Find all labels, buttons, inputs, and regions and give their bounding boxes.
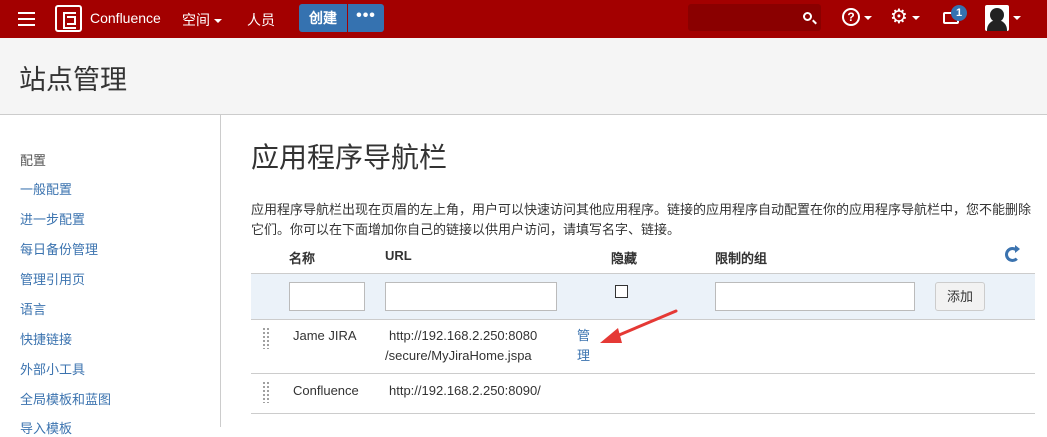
- link-url-line2: /secure/MyJiraHome.jspa: [385, 348, 532, 363]
- people-link[interactable]: 人员: [247, 10, 275, 30]
- column-header-url: URL: [385, 248, 412, 263]
- page-header: 站点管理: [0, 38, 1047, 115]
- create-button[interactable]: 创建: [299, 4, 347, 32]
- sidebar-item-general-config[interactable]: 一般配置: [20, 179, 72, 198]
- brand-name[interactable]: Confluence: [90, 10, 161, 26]
- hidden-checkbox[interactable]: [615, 285, 628, 298]
- groups-input[interactable]: [715, 282, 915, 311]
- sidebar-item-shortcut-links[interactable]: 快捷链接: [20, 329, 72, 348]
- sidebar-item-languages[interactable]: 语言: [20, 299, 46, 318]
- name-input[interactable]: [289, 282, 365, 311]
- sidebar-item-backup[interactable]: 每日备份管理: [20, 239, 98, 258]
- confluence-logo-icon[interactable]: [55, 5, 82, 32]
- url-input[interactable]: [385, 282, 557, 311]
- spaces-menu[interactable]: 空间: [182, 10, 222, 30]
- sidebar-item-further-config[interactable]: 进一步配置: [20, 209, 85, 228]
- sidebar-item-referrers[interactable]: 管理引用页: [20, 269, 85, 288]
- top-navigation-bar: Confluence 空间 人员 创建 ••• ? ⚙ 1: [0, 0, 1047, 38]
- table-row: Confluence http://192.168.2.250:8090/: [251, 374, 1035, 414]
- column-header-hidden: 隐藏: [611, 251, 638, 266]
- gear-icon[interactable]: ⚙: [890, 6, 908, 28]
- search-input[interactable]: [688, 4, 821, 31]
- chevron-down-icon: [864, 16, 872, 20]
- sidebar-item-import-templates[interactable]: 导入模板: [20, 418, 72, 437]
- sidebar-item-external-gadgets[interactable]: 外部小工具: [20, 359, 85, 378]
- user-avatar[interactable]: [985, 5, 1009, 31]
- spaces-label: 空间: [182, 12, 210, 28]
- column-header-groups: 限制的组: [715, 251, 768, 266]
- link-name: Confluence: [293, 383, 359, 398]
- table-row: Jame JIRA http://192.168.2.250:8080 /sec…: [251, 320, 1035, 374]
- manage-link[interactable]: 管: [577, 326, 590, 346]
- sidebar-section-heading: 配置: [20, 153, 47, 168]
- chevron-down-icon: [1013, 16, 1021, 20]
- search-icon: [803, 12, 812, 21]
- drag-handle-icon[interactable]: [262, 381, 270, 403]
- link-url-line1: http://192.168.2.250:8080: [389, 328, 538, 343]
- sidebar: 配置 一般配置 进一步配置 每日备份管理 管理引用页 语言 快捷链接 外部小工具…: [0, 115, 221, 436]
- refresh-icon[interactable]: [1005, 245, 1020, 262]
- add-button[interactable]: 添加: [935, 282, 985, 311]
- help-icon[interactable]: ?: [842, 8, 860, 26]
- manage-link-line2[interactable]: 理: [577, 346, 590, 366]
- column-header-name: 名称: [289, 251, 316, 266]
- section-title: 应用程序导航栏: [251, 142, 448, 173]
- chevron-down-icon: [214, 19, 222, 24]
- link-url-line1: http://192.168.2.250:8090/: [389, 383, 541, 398]
- page-title: 站点管理: [19, 65, 127, 95]
- section-description: 应用程序导航栏出现在页眉的左上角，用户可以快速访问其他应用程序。链接的应用程序自…: [251, 202, 1032, 237]
- more-create-button[interactable]: •••: [348, 4, 384, 32]
- chevron-down-icon: [912, 16, 920, 20]
- menu-icon[interactable]: [18, 12, 35, 26]
- sidebar-item-global-templates[interactable]: 全局模板和蓝图: [20, 389, 111, 408]
- add-link-row: 添加: [251, 273, 1035, 320]
- notification-badge: 1: [951, 5, 967, 21]
- drag-handle-icon[interactable]: [262, 327, 270, 349]
- link-name: Jame JIRA: [293, 328, 357, 343]
